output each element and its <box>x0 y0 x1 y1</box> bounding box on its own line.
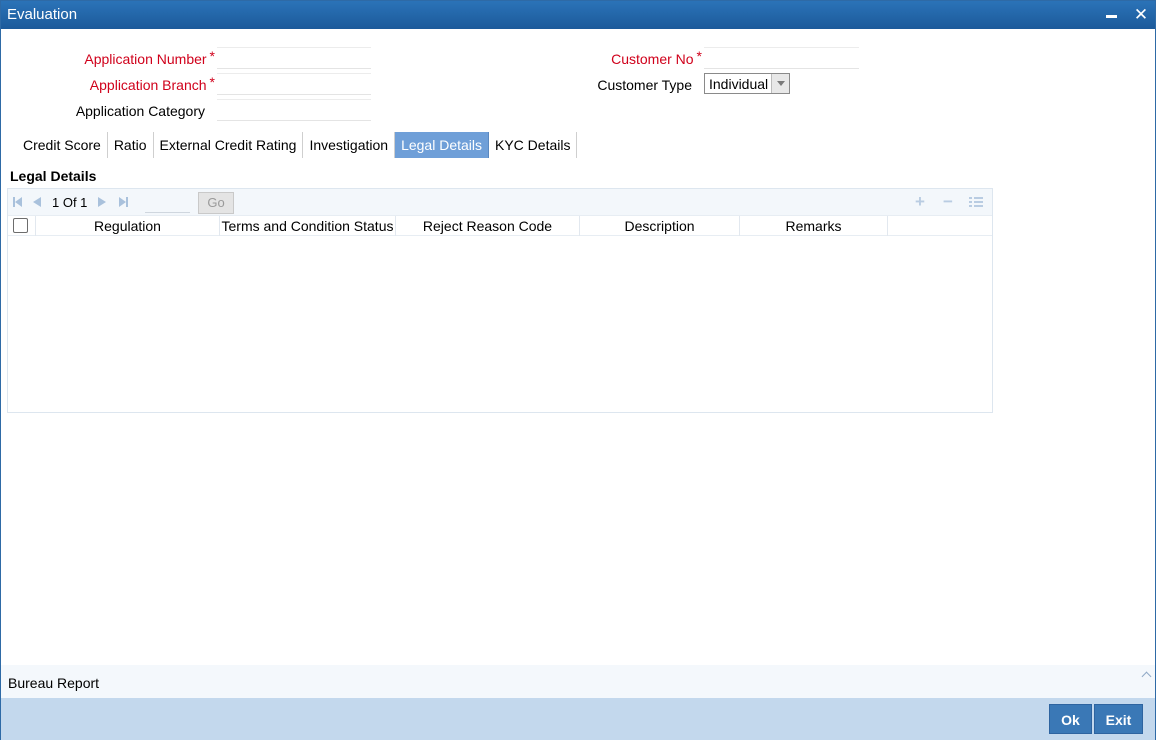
select-all-checkbox[interactable] <box>13 218 28 233</box>
evaluation-tabs: Credit Score Ratio External Credit Ratin… <box>17 132 578 158</box>
first-page-icon[interactable] <box>13 197 23 207</box>
page-info: 1 Of 1 <box>52 195 88 210</box>
legal-details-section-title: Legal Details <box>10 168 97 184</box>
select-all-column <box>8 216 36 236</box>
column-header-remarks[interactable]: Remarks <box>740 216 888 236</box>
title-bar: Evaluation ✕ <box>1 1 1155 29</box>
close-icon[interactable]: ✕ <box>1131 5 1151 25</box>
tab-legal-details[interactable]: Legal Details <box>395 132 489 158</box>
bureau-report-bar: Bureau Report <box>1 665 1155 698</box>
delete-row-icon[interactable]: − <box>941 193 955 210</box>
legal-details-grid: 1 Of 1 Go + − Regulation Terms and Condi… <box>7 188 993 413</box>
customer-no-input[interactable] <box>704 47 859 69</box>
column-header-terms-status[interactable]: Terms and Condition Status <box>220 216 396 236</box>
last-page-icon[interactable] <box>119 197 129 207</box>
chevron-down-icon[interactable] <box>771 74 789 93</box>
column-header-description[interactable]: Description <box>580 216 740 236</box>
application-branch-label: Application Branch * <box>89 74 215 93</box>
add-row-icon[interactable]: + <box>913 193 927 210</box>
tab-kyc-details[interactable]: KYC Details <box>489 132 578 158</box>
customer-type-select[interactable]: Individual <box>704 73 790 94</box>
footer-bar: Ok Exit <box>1 698 1155 740</box>
exit-button[interactable]: Exit <box>1094 704 1143 734</box>
tab-credit-score[interactable]: Credit Score <box>17 132 108 158</box>
page-number-input[interactable] <box>145 192 190 213</box>
tab-investigation[interactable]: Investigation <box>303 132 396 158</box>
previous-page-icon[interactable] <box>33 197 43 207</box>
column-header-reject-reason-code[interactable]: Reject Reason Code <box>396 216 580 236</box>
next-page-icon[interactable] <box>98 197 108 207</box>
go-button[interactable]: Go <box>198 192 234 214</box>
customer-no-label: Customer No * <box>611 48 702 67</box>
grid-toolbar: 1 Of 1 Go + − <box>8 189 992 215</box>
application-category-input[interactable] <box>217 99 371 121</box>
column-header-regulation[interactable]: Regulation <box>36 216 220 236</box>
application-number-label: Application Number * <box>84 48 215 67</box>
tab-ratio[interactable]: Ratio <box>108 132 154 158</box>
window-title: Evaluation <box>7 6 78 23</box>
customer-type-label: Customer Type <box>597 77 692 93</box>
customer-type-value: Individual <box>709 76 769 92</box>
application-branch-input[interactable] <box>217 73 371 95</box>
application-category-label: Application Category <box>75 103 205 119</box>
grid-header-row: Regulation Terms and Condition Status Re… <box>8 215 992 236</box>
list-view-icon[interactable] <box>969 195 983 209</box>
evaluation-window: Evaluation ✕ Application Number * Applica… <box>0 0 1156 740</box>
tab-external-credit-rating[interactable]: External Credit Rating <box>154 132 304 158</box>
application-number-input[interactable] <box>217 47 371 69</box>
chevron-up-icon[interactable] <box>1142 671 1152 679</box>
ok-button[interactable]: Ok <box>1049 704 1092 734</box>
bureau-report-label[interactable]: Bureau Report <box>8 675 99 691</box>
minimize-icon[interactable] <box>1101 5 1121 25</box>
